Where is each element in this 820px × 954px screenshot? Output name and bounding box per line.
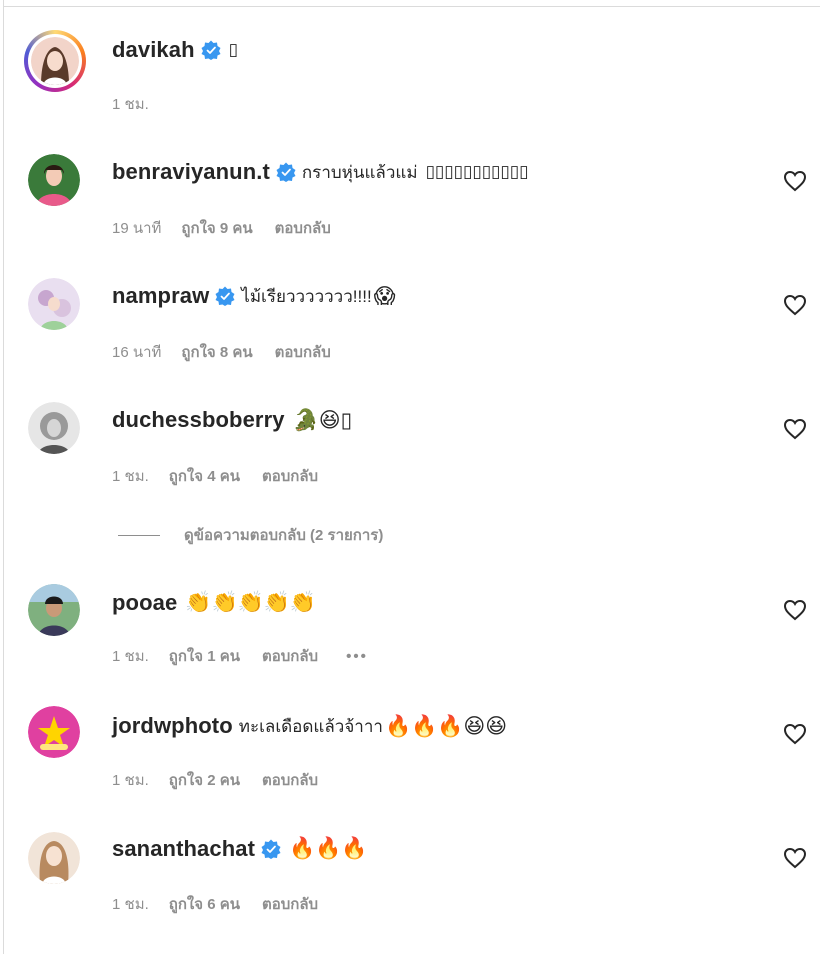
avatar[interactable] bbox=[28, 278, 80, 330]
verified-badge-icon bbox=[261, 839, 281, 859]
avatar[interactable] bbox=[28, 584, 80, 636]
verified-badge-icon bbox=[215, 286, 235, 306]
verified-badge-icon bbox=[201, 40, 221, 60]
comment-timestamp[interactable]: 19 นาที bbox=[112, 216, 161, 240]
reply-button[interactable]: ตอบกลับ bbox=[262, 768, 318, 792]
comment-emoji: 😱 bbox=[373, 284, 396, 308]
comment-timestamp[interactable]: 1 ชม. bbox=[112, 92, 149, 116]
comment-text: ไม้เรียววววววว!!!! bbox=[241, 286, 372, 306]
comment-emoji: 🐊😆▯ bbox=[292, 408, 353, 432]
comment-emoji: 🔥🔥🔥 bbox=[289, 837, 368, 860]
comment-timestamp[interactable]: 1 ชม. bbox=[112, 464, 149, 488]
username[interactable]: duchessboberry bbox=[112, 407, 285, 433]
reply-button[interactable]: ตอบกลับ bbox=[262, 464, 318, 488]
avatar[interactable] bbox=[28, 832, 80, 884]
comment-text: กราบหุ่นแล้วแม่ bbox=[301, 162, 418, 182]
username[interactable]: nampraw bbox=[112, 283, 209, 309]
view-replies-button[interactable]: ดูข้อความตอบกลับ (2 รายการ) bbox=[118, 524, 383, 546]
username[interactable]: jordwphoto bbox=[112, 713, 233, 739]
more-options-icon[interactable]: ••• bbox=[346, 648, 368, 665]
comment-emoji: ▯▯▯▯▯▯▯▯▯▯▯ bbox=[425, 162, 529, 181]
reply-button[interactable]: ตอบกลับ bbox=[262, 892, 318, 916]
heart-icon[interactable] bbox=[783, 170, 807, 192]
comment-timestamp[interactable]: 16 นาที bbox=[112, 340, 161, 364]
likes-count[interactable]: ถูกใจ 1 คน bbox=[169, 644, 240, 668]
avatar-image bbox=[28, 706, 80, 758]
reply-button[interactable]: ตอบกลับ bbox=[275, 340, 331, 364]
comment: pooae 👏👏👏👏👏 1 ชม. ถูกใจ 1 คน ตอบกลับ ••• bbox=[0, 552, 820, 665]
verified-badge-icon bbox=[276, 162, 296, 182]
comment-text: ทะเลเดือดแล้วจ้าาา bbox=[238, 716, 383, 736]
username[interactable]: pooae bbox=[112, 590, 177, 616]
heart-icon[interactable] bbox=[783, 723, 807, 745]
replies-divider bbox=[118, 534, 160, 536]
avatar[interactable] bbox=[28, 154, 80, 206]
avatar-image bbox=[28, 278, 80, 330]
comment-timestamp[interactable]: 1 ชม. bbox=[112, 892, 149, 916]
heart-icon[interactable] bbox=[783, 418, 807, 440]
username[interactable]: davikah bbox=[112, 37, 195, 63]
comment-caption: davikah ▯ 1 ชม. bbox=[0, 0, 820, 113]
heart-icon[interactable] bbox=[783, 599, 807, 621]
view-replies-label: ดูข้อความตอบกลับ (2 รายการ) bbox=[184, 527, 384, 544]
likes-count[interactable]: ถูกใจ 4 คน bbox=[169, 464, 240, 488]
likes-count[interactable]: ถูกใจ 8 คน bbox=[181, 340, 252, 364]
comment-timestamp[interactable]: 1 ชม. bbox=[112, 644, 149, 668]
comment-emoji: ▯ bbox=[228, 40, 238, 59]
likes-count[interactable]: ถูกใจ 2 คน bbox=[169, 768, 240, 792]
comment-timestamp[interactable]: 1 ชม. bbox=[112, 768, 149, 792]
likes-count[interactable]: ถูกใจ 6 คน bbox=[169, 892, 240, 916]
likes-count[interactable]: ถูกใจ 9 คน bbox=[181, 216, 252, 240]
heart-icon[interactable] bbox=[783, 847, 807, 869]
comment-emoji: 🔥🔥🔥😆😆 bbox=[384, 714, 508, 738]
avatar[interactable] bbox=[24, 30, 86, 92]
reply-button[interactable]: ตอบกลับ bbox=[275, 216, 331, 240]
username[interactable]: benraviyanun.t bbox=[112, 159, 270, 185]
comment: jordwphoto ทะเลเดือดแล้วจ้าาา 🔥🔥🔥😆😆 1 ชม… bbox=[0, 676, 820, 789]
comment: duchessboberry 🐊😆▯ 1 ชม. ถูกใจ 4 คน ตอบก… bbox=[0, 372, 820, 485]
reply-button[interactable]: ตอบกลับ bbox=[262, 644, 318, 668]
avatar[interactable] bbox=[28, 402, 80, 454]
avatar-image bbox=[28, 584, 80, 636]
comment-emoji: 👏👏👏👏👏 bbox=[185, 591, 317, 614]
avatar-image bbox=[28, 832, 80, 884]
heart-icon[interactable] bbox=[783, 294, 807, 316]
comment: benraviyanun.t กราบหุ่นแล้วแม่ ▯▯▯▯▯▯▯▯▯… bbox=[0, 124, 820, 237]
comment: sananthachat 🔥🔥🔥 1 ชม. ถูกใจ 6 คน ตอบกลั… bbox=[0, 800, 820, 913]
avatar-image bbox=[28, 402, 80, 454]
comment: nampraw ไม้เรียววววววว!!!! 😱 16 นาที ถูก… bbox=[0, 248, 820, 361]
avatar-image bbox=[28, 154, 80, 206]
avatar[interactable] bbox=[28, 706, 80, 758]
avatar-image bbox=[31, 37, 79, 85]
username[interactable]: sananthachat bbox=[112, 836, 255, 862]
